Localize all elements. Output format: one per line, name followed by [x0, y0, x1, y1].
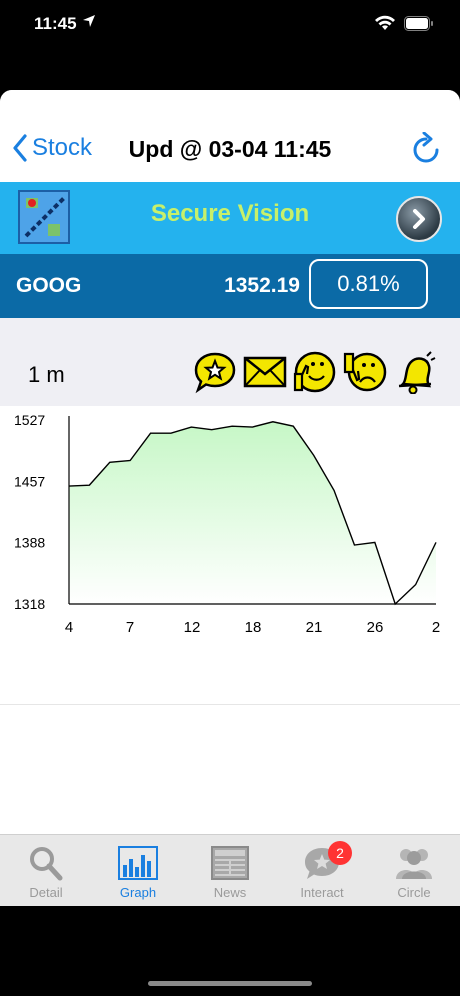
location-arrow-icon	[82, 14, 96, 33]
stock-symbol: GOOG	[16, 274, 82, 297]
y-tick-label: 1388	[14, 534, 45, 550]
x-tick-label: 18	[245, 619, 262, 636]
y-tick-label: 1318	[14, 596, 45, 612]
bar-chart-icon	[118, 846, 158, 880]
x-tick-label: 2	[432, 619, 440, 636]
tab-bar: Detail Graph News 2 Interact Circle	[0, 834, 460, 906]
newspaper-icon	[211, 846, 249, 880]
main-sheet: Stock Upd @ 03-04 11:45 Secure Vision GO…	[0, 90, 460, 906]
thumbs-down-icon[interactable]	[343, 350, 387, 394]
x-tick-label: 4	[65, 619, 73, 636]
y-tick-label: 1457	[14, 474, 45, 490]
tab-graph[interactable]: Graph	[92, 835, 184, 906]
tab-circle[interactable]: Circle	[368, 835, 460, 906]
action-icons	[193, 350, 437, 394]
tab-label: Graph	[119, 885, 157, 900]
notification-badge: 2	[328, 841, 352, 865]
navigation-bar: Stock Upd @ 03-04 11:45	[0, 90, 460, 182]
range-label: 1 m	[28, 362, 65, 387]
bell-icon[interactable]	[393, 350, 437, 394]
x-tick-label: 7	[126, 619, 134, 636]
empty-area	[0, 704, 460, 835]
y-tick-label: 1527	[14, 412, 45, 428]
tab-interact[interactable]: 2 Interact	[276, 835, 368, 906]
refresh-icon	[413, 131, 439, 163]
x-tick-label: 12	[184, 619, 201, 636]
battery-icon	[404, 15, 434, 36]
banner-title: Secure Vision	[150, 200, 310, 227]
x-tick-label: 26	[367, 619, 384, 636]
home-indicator	[148, 981, 312, 986]
page-title: Upd @ 03-04 11:45	[128, 136, 332, 162]
stock-price: 1352.19	[224, 274, 300, 297]
quote-bar: GOOG 1352.19 0.81%	[0, 254, 460, 318]
tab-news[interactable]: News	[184, 835, 276, 906]
price-chart-svg: 1527 1457 1388 1318 4 7 12 18 21 26 2	[14, 412, 440, 636]
graph-panel: 1 m 1527 1457 1388 1318 4 7 12 18 21 26 …	[0, 318, 460, 906]
chevron-right-icon	[413, 209, 425, 229]
promo-banner[interactable]: Secure Vision	[0, 182, 460, 254]
tab-label: News	[213, 885, 247, 900]
tab-label: Detail	[29, 885, 63, 900]
tab-label: Circle	[397, 885, 431, 900]
chat-star-icon[interactable]	[193, 350, 237, 394]
status-bar: 11:45	[0, 0, 460, 52]
refresh-button[interactable]	[412, 131, 442, 171]
price-chart: 1527 1457 1388 1318 4 7 12 18 21 26 2	[0, 406, 460, 704]
tab-detail[interactable]: Detail	[0, 835, 92, 906]
x-tick-label: 21	[306, 619, 323, 636]
tab-label: Interact	[300, 885, 344, 900]
thumbs-up-icon[interactable]	[293, 350, 337, 394]
people-icon	[396, 849, 432, 879]
status-time: 11:45	[34, 14, 77, 33]
change-percent-button[interactable]: 0.81%	[309, 259, 428, 309]
search-icon	[30, 847, 63, 881]
price-area	[69, 421, 436, 604]
wifi-icon	[374, 15, 396, 36]
mail-icon[interactable]	[243, 350, 287, 394]
banner-arrow-button[interactable]	[396, 196, 442, 242]
